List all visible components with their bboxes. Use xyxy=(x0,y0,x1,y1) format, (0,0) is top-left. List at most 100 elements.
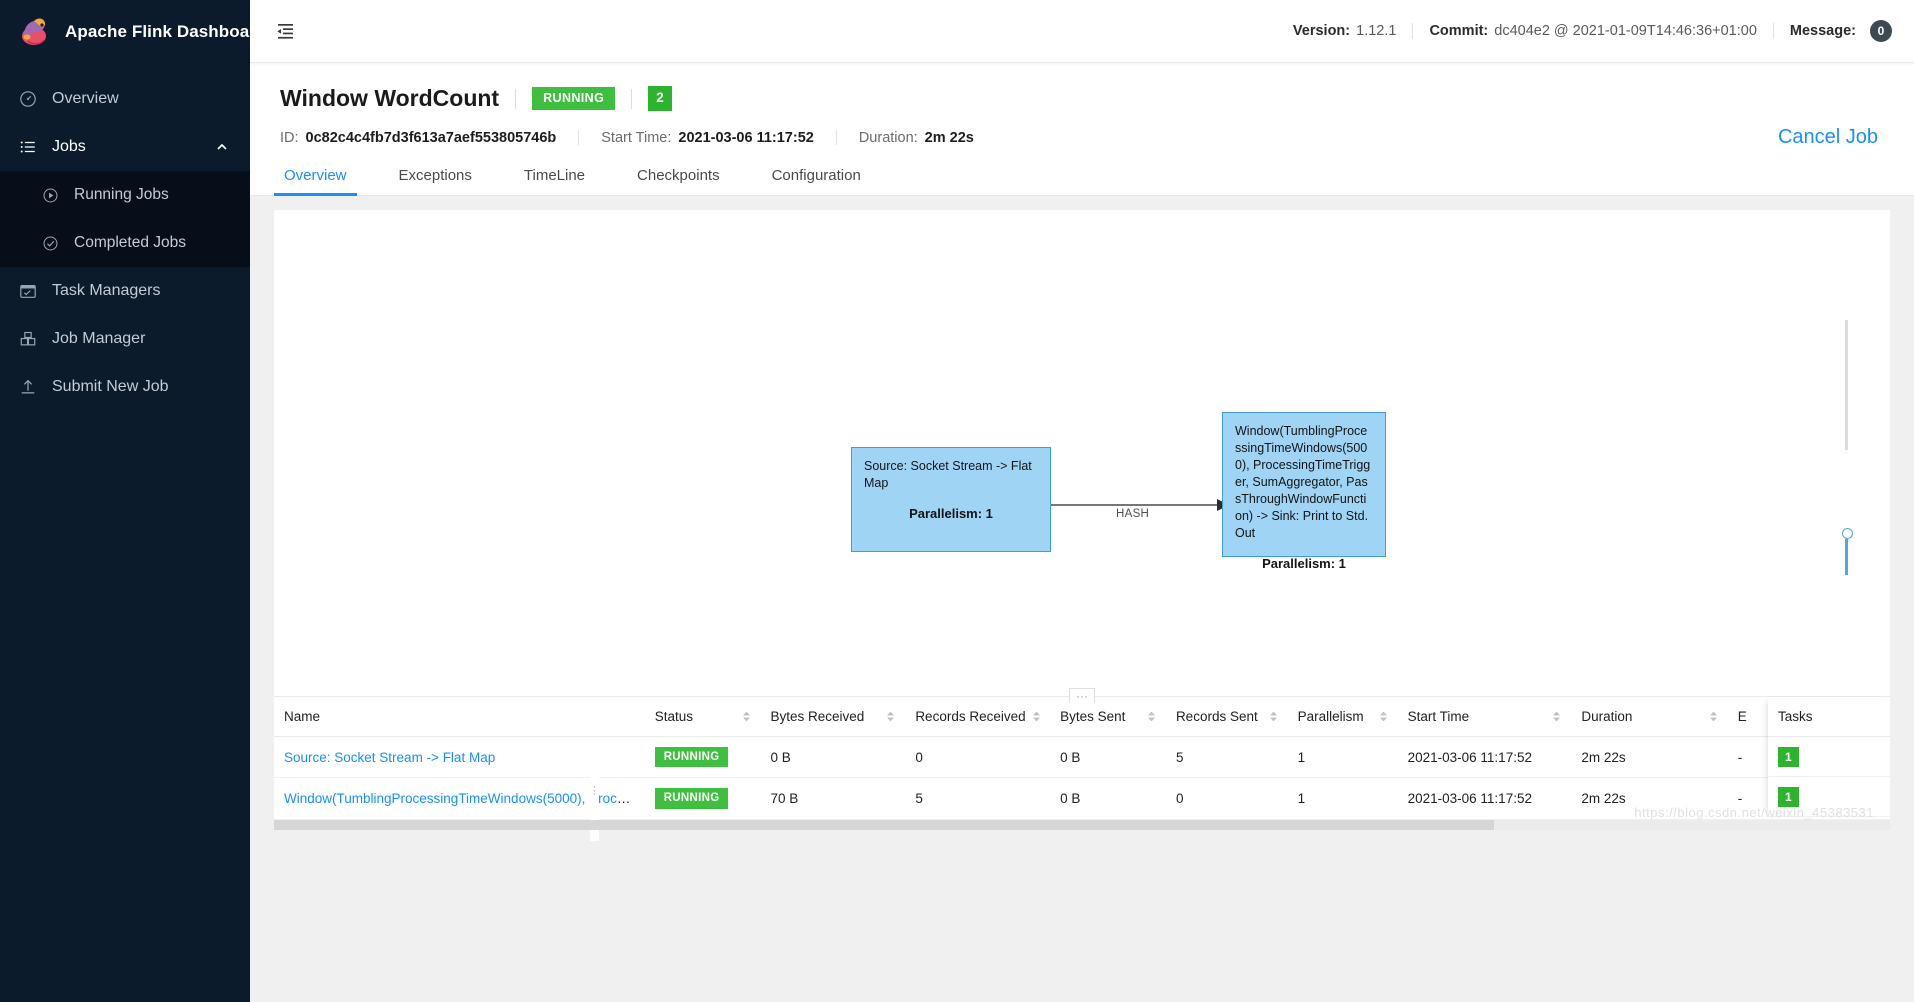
job-manager-icon xyxy=(18,329,38,349)
sort-icon[interactable] xyxy=(1709,711,1718,722)
status-badge: RUNNING xyxy=(654,788,729,809)
upload-icon xyxy=(18,377,38,397)
graph-zoom-track[interactable] xyxy=(1845,539,1848,575)
watermark: https://blog.csdn.net/weixin_45383531 xyxy=(1634,805,1874,820)
version-label: Version: xyxy=(1292,23,1351,39)
col-header-bytes-sent[interactable]: Bytes Sent xyxy=(1050,696,1166,737)
col-header-duration[interactable]: Duration xyxy=(1571,696,1728,737)
job-title-row: Window WordCount RUNNING 2 xyxy=(280,85,1884,112)
sidebar-item-label: Submit New Job xyxy=(52,378,169,395)
sort-icon[interactable] xyxy=(1269,711,1278,722)
drag-dots-icon[interactable]: ··· xyxy=(1069,687,1095,703)
brand[interactable]: Apache Flink Dashboard xyxy=(0,0,266,63)
graph-zoom-handle[interactable] xyxy=(1842,528,1853,539)
cell-start-time: 2021-03-06 11:17:52 xyxy=(1397,736,1572,779)
overview-panel: Source: Socket Stream -> Flat Map Parall… xyxy=(274,210,1890,841)
cell-parallelism: 1 xyxy=(1287,736,1398,779)
sidebar-item-label: Completed Jobs xyxy=(74,234,187,251)
job-id-value: 0c82c4c4fb7d3f613a7aef553805746b xyxy=(305,129,557,146)
sidebar-item-overview[interactable]: Overview xyxy=(0,75,250,123)
start-time-value: 2021-03-06 11:17:52 xyxy=(678,129,814,146)
sidebar-item-completed-jobs[interactable]: Completed Jobs xyxy=(0,219,250,267)
col-header-status[interactable]: Status xyxy=(644,696,761,737)
sidebar-item-task-managers[interactable]: Task Managers xyxy=(0,267,250,315)
status-badge: RUNNING xyxy=(532,87,616,110)
cell-records-received: 0 xyxy=(905,736,1051,779)
graph-node-window-sink[interactable]: Window(TumblingProcessingTimeWindows(500… xyxy=(1222,412,1386,571)
col-label: Duration xyxy=(1581,708,1633,724)
col-header-name[interactable]: Name xyxy=(274,696,645,737)
job-tabs: Overview Exceptions TimeLine Checkpoints… xyxy=(250,167,1914,196)
graph-node-parallelism: Parallelism: 1 xyxy=(909,506,993,521)
commit-info: Commit: dc404e2 @ 2021-01-09T14:46:36+01… xyxy=(1429,23,1756,39)
job-header: Window WordCount RUNNING 2 ID: 0c82c4c4f… xyxy=(250,63,1914,149)
job-duration: Duration: 2m 22s xyxy=(859,130,974,146)
duration-label: Duration: xyxy=(858,129,918,146)
page-title: Window WordCount xyxy=(280,85,500,111)
topbar: Version: 1.12.1 Commit: dc404e2 @ 2021-0… xyxy=(250,0,1914,63)
sidebar-nav: Overview Jobs Running Jobs Completed Job… xyxy=(0,75,250,411)
sort-icon[interactable] xyxy=(886,711,895,722)
sidebar-item-running-jobs[interactable]: Running Jobs xyxy=(0,171,250,219)
tab-timeline[interactable]: TimeLine xyxy=(520,167,589,195)
divider xyxy=(1772,23,1774,39)
cell-bytes-received: 70 B xyxy=(760,777,906,820)
sidebar-item-label: Overview xyxy=(52,90,119,107)
cell-duration: 2m 22s xyxy=(1571,736,1728,779)
sidebar-item-submit-new-job[interactable]: Submit New Job xyxy=(0,363,250,411)
cell-records-received: 5 xyxy=(905,777,1051,820)
col-header-tasks[interactable]: Tasks xyxy=(1768,697,1890,737)
duration-value: 2m 22s xyxy=(924,129,974,146)
divider xyxy=(1412,23,1414,39)
sort-icon[interactable] xyxy=(1379,711,1388,722)
cancel-job-button[interactable]: Cancel Job xyxy=(1778,126,1884,149)
graph-edge-label: HASH xyxy=(1116,508,1150,520)
topbar-info: Version: 1.12.1 Commit: dc404e2 @ 2021-0… xyxy=(1293,20,1892,42)
main-area: Version: 1.12.1 Commit: dc404e2 @ 2021-0… xyxy=(250,0,1914,1002)
col-header-records-received[interactable]: Records Received xyxy=(905,696,1051,737)
flink-squirrel-logo-icon xyxy=(18,15,52,49)
sidebar-item-label: Running Jobs xyxy=(74,186,169,203)
graph-node-source[interactable]: Source: Socket Stream -> Flat Map Parall… xyxy=(851,447,1051,552)
menu-fold-icon[interactable] xyxy=(272,18,298,44)
job-graph[interactable]: Source: Socket Stream -> Flat Map Parall… xyxy=(274,210,1890,696)
sort-icon[interactable] xyxy=(1147,711,1156,722)
graph-vertical-scrollbar[interactable] xyxy=(1845,320,1848,450)
sidebar-item-jobs[interactable]: Jobs xyxy=(0,123,250,171)
cell-status: RUNNING xyxy=(644,777,761,820)
divider xyxy=(835,130,837,145)
sort-icon[interactable] xyxy=(1552,711,1561,722)
scrollbar-thumb[interactable] xyxy=(274,820,1494,830)
message-info[interactable]: Message: 0 xyxy=(1790,20,1892,42)
cell-bytes-sent: 0 B xyxy=(1050,736,1166,779)
col-header-bytes-received[interactable]: Bytes Received xyxy=(760,696,906,737)
sort-icon[interactable] xyxy=(742,711,751,722)
cell-tasks: 1 xyxy=(1768,737,1890,777)
sidebar-item-job-manager[interactable]: Job Manager xyxy=(0,315,250,363)
commit-label: Commit: xyxy=(1429,23,1489,39)
col-label: Bytes Received xyxy=(770,708,865,724)
col-header-records-sent[interactable]: Records Sent xyxy=(1165,696,1288,737)
cell-bytes-sent: 0 B xyxy=(1050,777,1166,820)
tab-configuration[interactable]: Configuration xyxy=(768,167,865,195)
col-label: E xyxy=(1737,708,1747,724)
content-area: Source: Socket Stream -> Flat Map Parall… xyxy=(250,196,1914,1002)
list-icon xyxy=(18,137,38,157)
table-horizontal-scrollbar[interactable] xyxy=(274,820,1890,830)
col-label: Parallelism xyxy=(1297,708,1364,724)
col-header-start-time[interactable]: Start Time xyxy=(1397,696,1572,737)
cell-parallelism: 1 xyxy=(1287,777,1398,820)
col-header-parallelism[interactable]: Parallelism xyxy=(1287,696,1398,737)
job-start-time: Start Time: 2021-03-06 11:17:52 xyxy=(601,130,814,146)
commit-value: dc404e2 @ 2021-01-09T14:46:36+01:00 xyxy=(1494,23,1757,39)
col-label: Start Time xyxy=(1407,708,1470,724)
tab-overview[interactable]: Overview xyxy=(274,167,356,196)
tab-checkpoints[interactable]: Checkpoints xyxy=(633,167,724,195)
sort-icon[interactable] xyxy=(1032,711,1041,722)
table-row[interactable]: Source: Socket Stream -> Flat Map RUNNIN… xyxy=(274,736,1890,779)
cell-records-sent: 0 xyxy=(1165,777,1288,820)
tab-exceptions[interactable]: Exceptions xyxy=(395,167,476,195)
sidebar-item-label: Task Managers xyxy=(52,282,161,299)
sidebar-subnav-jobs: Running Jobs Completed Jobs xyxy=(0,171,250,267)
vertex-link[interactable]: Source: Socket Stream -> Flat Map xyxy=(284,750,495,765)
